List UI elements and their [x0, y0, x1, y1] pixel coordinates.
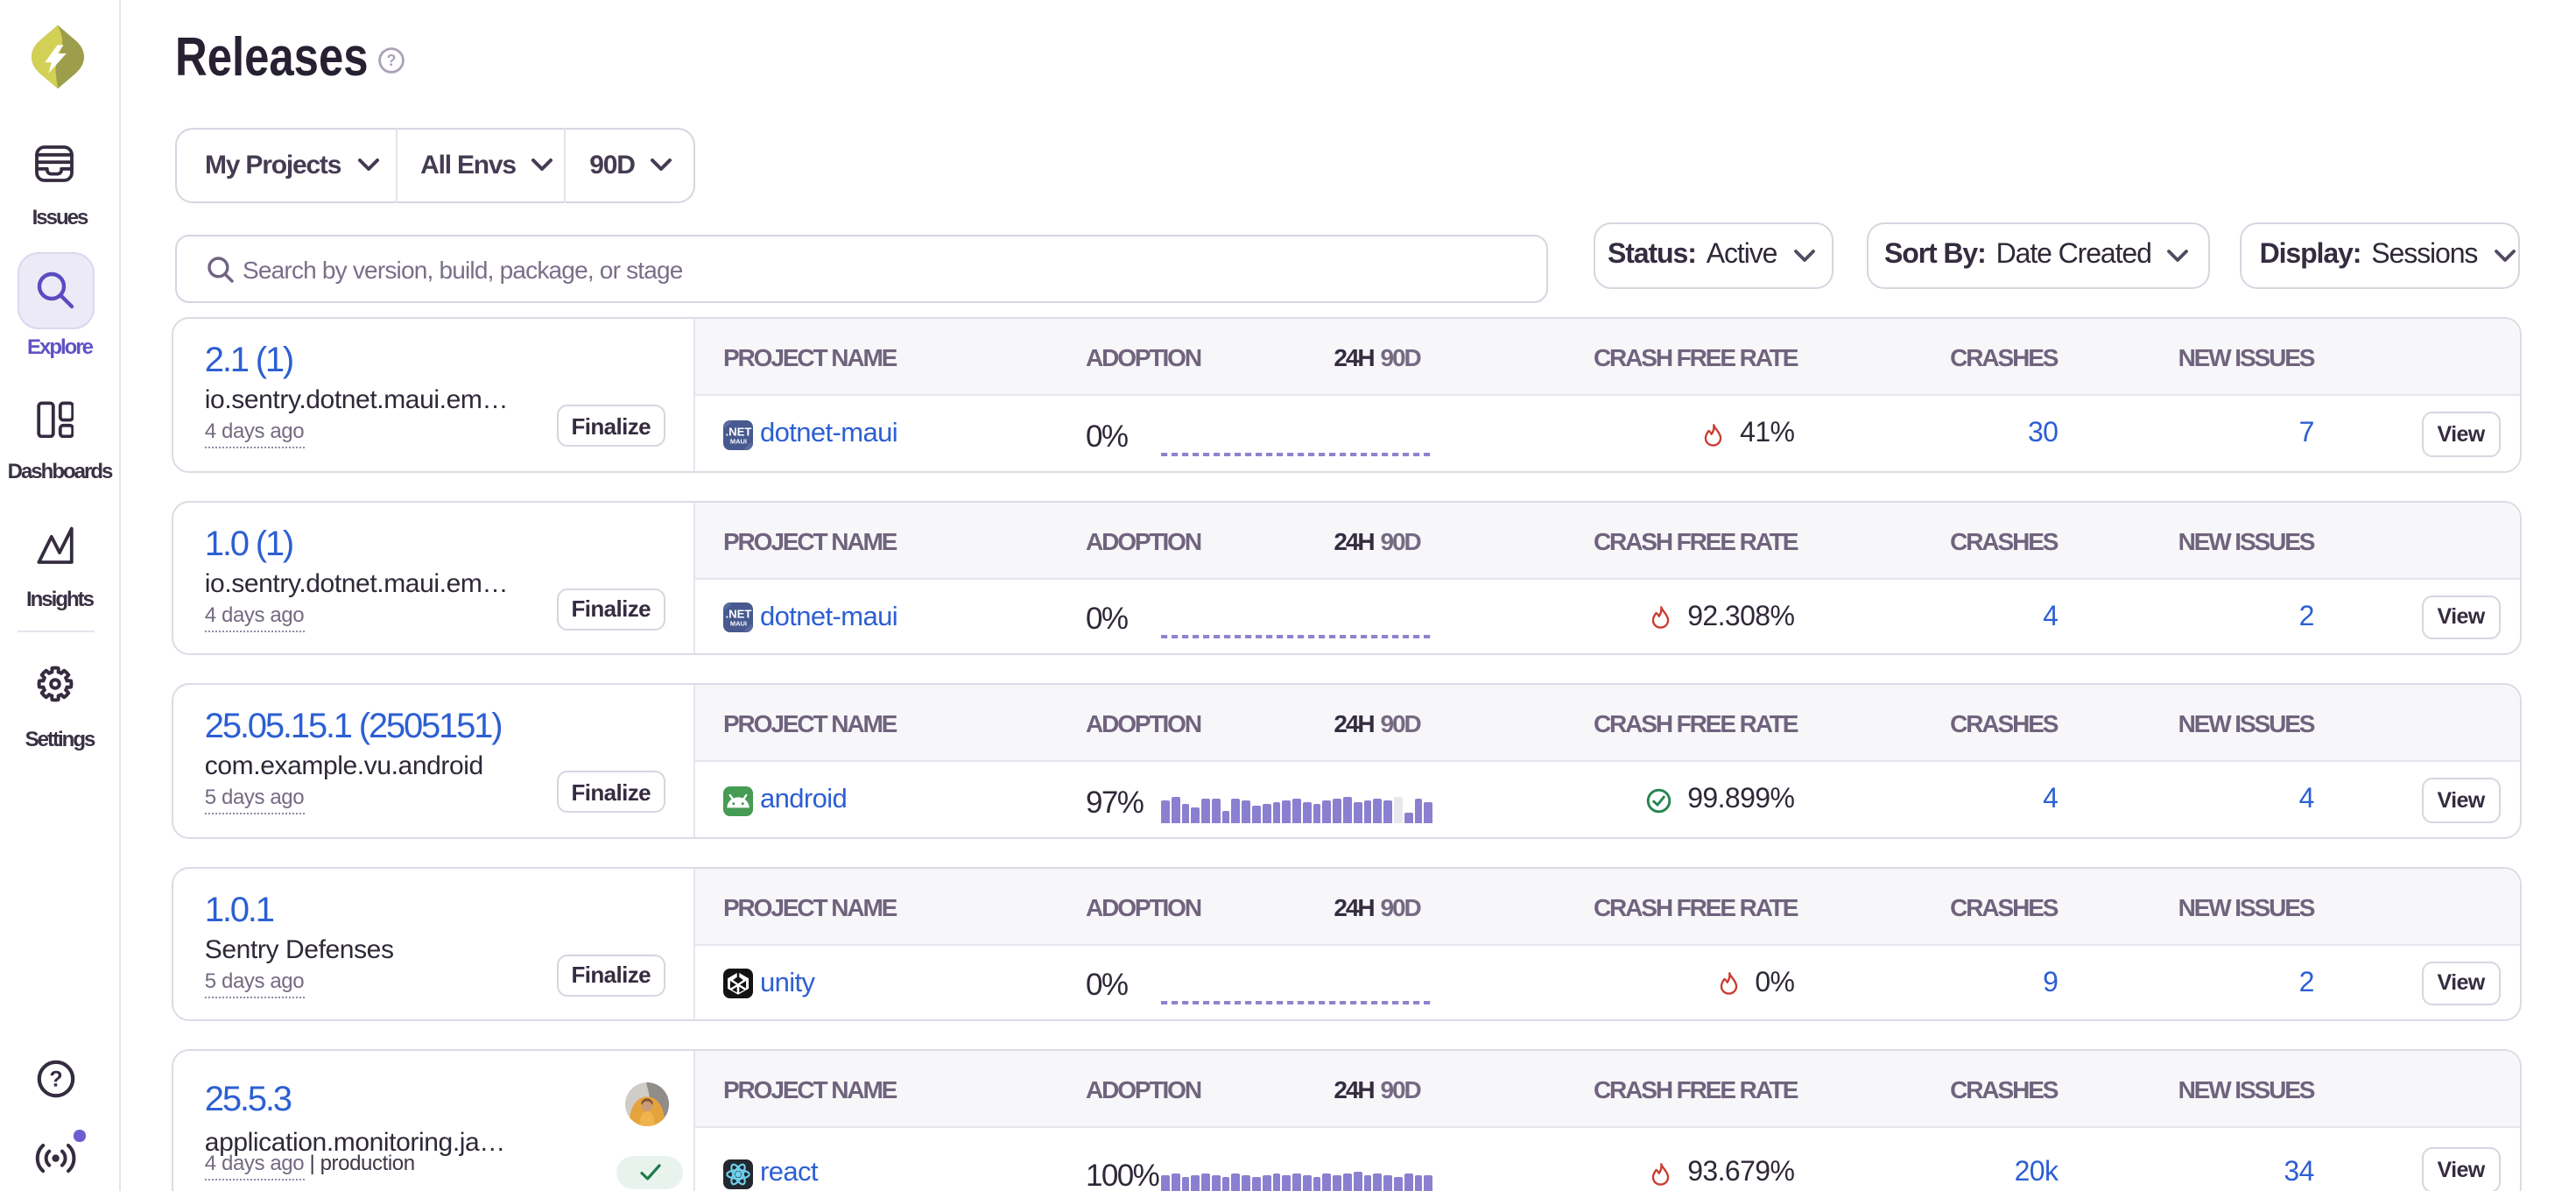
svg-text:MAUI: MAUI [729, 437, 746, 445]
svg-text:?: ? [387, 53, 397, 70]
svg-text:?: ? [48, 1066, 61, 1090]
svg-text:MAUI: MAUI [729, 620, 746, 628]
